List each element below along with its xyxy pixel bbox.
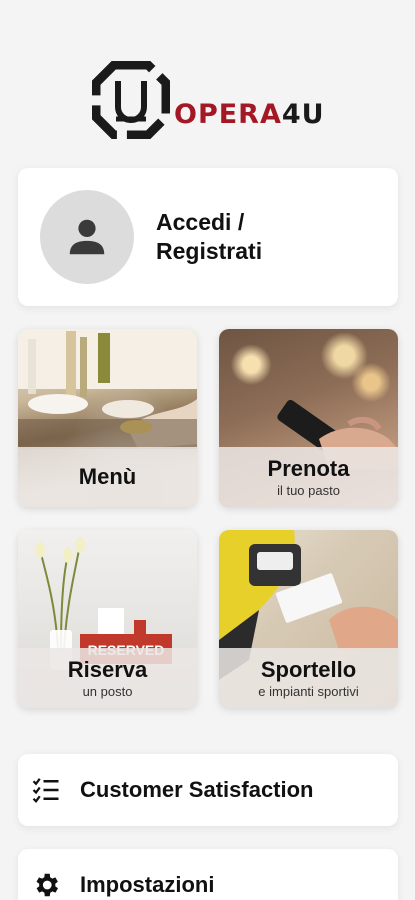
tile-prenota[interactable]: Prenota il tuo pasto bbox=[219, 329, 398, 507]
gear-icon bbox=[28, 867, 64, 900]
menu-item-label: Impostazioni bbox=[80, 872, 215, 897]
tile-riserva[interactable]: RESERVED Riserva un posto bbox=[18, 530, 197, 708]
person-icon bbox=[69, 219, 105, 255]
menu-item-label: Customer Satisfaction bbox=[80, 777, 314, 802]
tile-subtitle: un posto bbox=[82, 684, 133, 699]
login-label: Accedi / Registrati bbox=[156, 209, 263, 264]
tile-title: Sportello bbox=[260, 657, 357, 682]
tile-menu[interactable]: Menù bbox=[18, 329, 197, 507]
logo-brand-text: OPER bbox=[174, 98, 260, 130]
avatar bbox=[40, 190, 134, 284]
tile-caption: Menù bbox=[18, 447, 197, 507]
tile-subtitle: il tuo pasto bbox=[277, 483, 340, 498]
login-card[interactable]: Accedi / Registrati bbox=[18, 168, 398, 306]
tile-caption: Sportello e impianti sportivi bbox=[219, 648, 398, 708]
tile-title: Riserva bbox=[67, 657, 148, 682]
settings-button[interactable]: Impostazioni bbox=[18, 849, 398, 900]
checklist-icon bbox=[28, 772, 64, 808]
tile-title: Prenota bbox=[267, 456, 350, 481]
tile-subtitle: e impianti sportivi bbox=[258, 684, 359, 699]
tile-caption: Riserva un posto bbox=[18, 648, 197, 708]
logo-a-text: A bbox=[259, 98, 282, 130]
tile-caption: Prenota il tuo pasto bbox=[219, 447, 398, 507]
tile-sportello[interactable]: Sportello e impianti sportivi bbox=[219, 530, 398, 708]
logo-wordmark: OPERA4U bbox=[174, 99, 325, 130]
logo-suffix-text: 4U bbox=[281, 98, 325, 130]
app-logo: OPERA4U bbox=[92, 60, 332, 140]
opera4u-logo-mark-icon bbox=[92, 61, 170, 139]
tile-title: Menù bbox=[78, 464, 137, 489]
customer-satisfaction-button[interactable]: Customer Satisfaction bbox=[18, 754, 398, 826]
